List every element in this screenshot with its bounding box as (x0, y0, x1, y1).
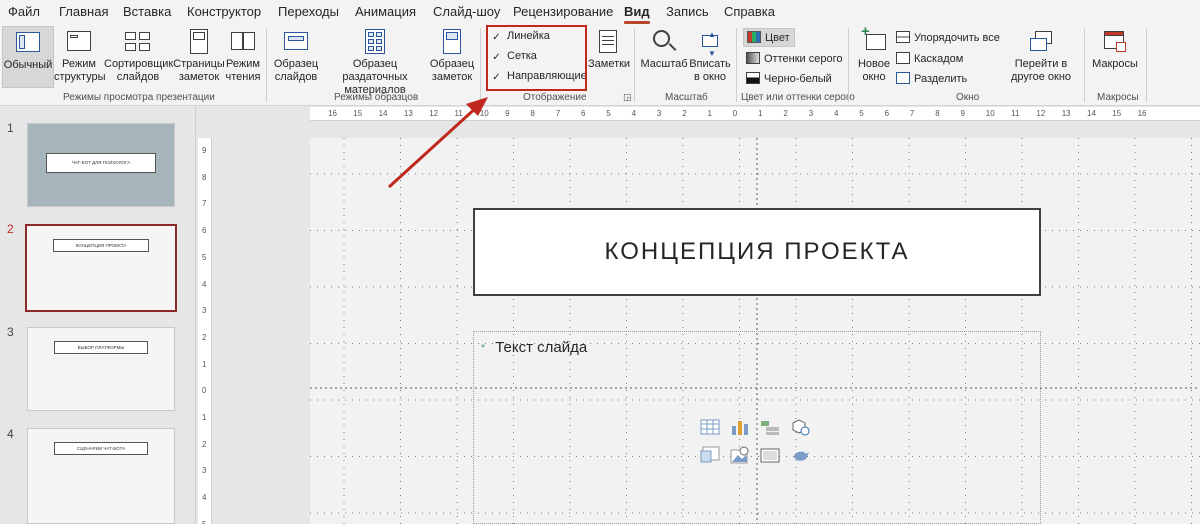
annotation-arrow (387, 97, 488, 189)
powerpoint-window: Файл Главная Вставка Конструктор Переход… (0, 0, 1200, 524)
